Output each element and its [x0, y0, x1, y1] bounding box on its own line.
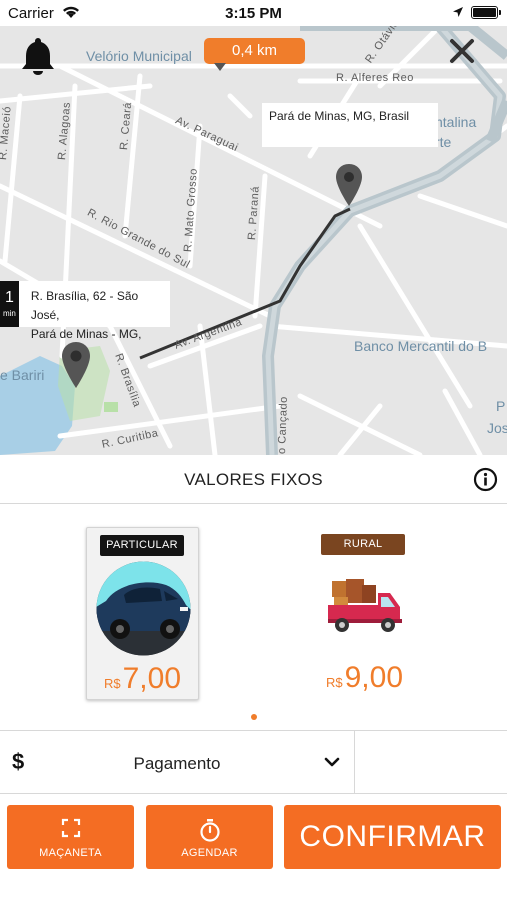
- vehicle-tag: PARTICULAR: [100, 535, 184, 556]
- vehicle-option-particular[interactable]: PARTICULAR R$7,00: [86, 527, 199, 700]
- origin-address-line1: R. Brasília, 62 - São José,: [30, 289, 139, 322]
- origin-pin-icon[interactable]: [61, 341, 91, 389]
- vehicle-price-currency: R$: [103, 676, 121, 691]
- chevron-down-icon[interactable]: [324, 756, 340, 768]
- vehicle-price-value: 9,00: [344, 661, 403, 694]
- vehicle-price-value: 7,00: [122, 662, 181, 695]
- distance-badge: 0,4 km: [204, 38, 305, 71]
- destination-pin-icon[interactable]: [335, 163, 363, 207]
- bell-icon[interactable]: [20, 36, 56, 76]
- origin-callout[interactable]: 1 min R. Brasília, 62 - São José, Pará d…: [0, 281, 170, 341]
- close-icon[interactable]: [449, 38, 475, 64]
- expand-icon: [61, 818, 80, 838]
- info-icon[interactable]: [473, 467, 498, 492]
- macaneta-button[interactable]: MAÇANETA: [7, 805, 134, 869]
- status-bar: Carrier 3:15 PM: [0, 0, 507, 26]
- eta-value: 1: [4, 289, 14, 306]
- vehicle-tag: RURAL: [321, 534, 405, 555]
- place-label-banco: Banco Mercantil do B: [354, 338, 488, 354]
- payment-selector[interactable]: $ Pagamento: [0, 730, 507, 794]
- confirmar-button[interactable]: CONFIRMAR: [284, 805, 501, 869]
- car-icon: [96, 561, 191, 656]
- map-view[interactable]: Velório Municipal ntalina rte Banco Merc…: [0, 26, 507, 455]
- vehicle-price: R$7,00: [87, 662, 198, 696]
- payment-divider: [354, 731, 355, 794]
- fixed-values-title: VALORES FIXOS: [184, 470, 323, 489]
- origin-address-line2: Pará de Minas - MG,: [30, 327, 142, 341]
- place-label-bariri: e Bariri: [0, 367, 45, 383]
- eta-box: 1 min: [0, 281, 19, 327]
- agendar-label: AGENDAR: [181, 847, 238, 859]
- carousel-page-indicator: [251, 714, 257, 720]
- truck-icon: [328, 579, 402, 632]
- street-label-cancado: o Cançado: [276, 396, 291, 455]
- place-label-ntalina: ntalina: [435, 114, 477, 130]
- destination-callout[interactable]: Pará de Minas, MG, Brasil: [262, 103, 438, 147]
- place-label-jos: Jos: [487, 420, 507, 436]
- location-arrow-icon: [453, 7, 463, 17]
- macaneta-label: MAÇANETA: [39, 847, 102, 859]
- vehicle-price-currency: R$: [325, 675, 343, 690]
- clock: 3:15 PM: [225, 5, 282, 22]
- battery-icon: [471, 6, 501, 19]
- place-label-velorio: Velório Municipal: [86, 48, 192, 64]
- agendar-button[interactable]: AGENDAR: [146, 805, 273, 869]
- payment-label: Pagamento: [133, 754, 221, 773]
- origin-address: R. Brasília, 62 - São José, Pará de Mina…: [19, 281, 170, 341]
- eta-unit: min: [2, 309, 16, 318]
- stopwatch-icon: [199, 819, 220, 842]
- confirmar-label: CONFIRMAR: [299, 820, 486, 853]
- map-base: [0, 26, 507, 455]
- street-label-alferes: R. Alferes Reo: [336, 72, 414, 84]
- place-label-p: P: [496, 398, 506, 414]
- vehicle-option-rural[interactable]: RURAL R$9,00: [308, 527, 421, 700]
- fixed-values-header: VALORES FIXOS: [0, 455, 507, 504]
- vehicle-price: R$9,00: [308, 661, 421, 695]
